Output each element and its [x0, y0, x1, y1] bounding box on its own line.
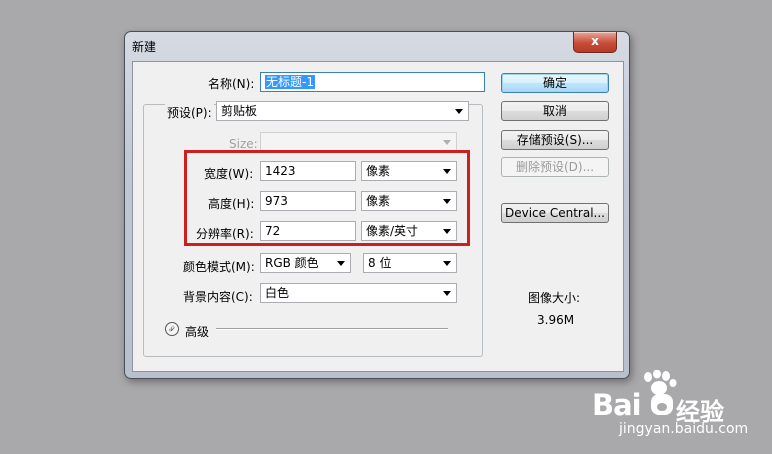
watermark-paw-icon — [650, 390, 674, 416]
width-unit-value: 像素 — [366, 164, 391, 178]
chevron-down-icon — [455, 109, 463, 114]
size-label: Size: — [229, 137, 258, 151]
delete-preset-button[interactable]: 删除预设(D)... — [501, 157, 609, 177]
watermark-url: jingyan.baidu.com — [619, 421, 749, 437]
preset-select[interactable]: 剪贴板 — [216, 101, 469, 121]
color-mode-label: 颜色模式(M): — [183, 260, 255, 274]
height-input-value: 973 — [265, 194, 288, 208]
close-button[interactable]: x — [573, 32, 617, 53]
width-input-value: 1423 — [265, 164, 296, 178]
resolution-input[interactable]: 72 — [260, 221, 356, 241]
ok-button[interactable]: 确定 — [501, 73, 609, 93]
resolution-input-value: 72 — [265, 224, 281, 238]
color-mode-select[interactable]: RGB 颜色 — [260, 253, 351, 273]
advanced-label[interactable]: 高级 — [185, 323, 209, 340]
name-input[interactable]: 无标题-1 — [260, 72, 485, 92]
preset-label: 预设(P): — [165, 104, 214, 121]
dialog-title: 新建 — [132, 40, 157, 54]
chevron-down-icon — [337, 261, 345, 266]
height-unit-select[interactable]: 像素 — [361, 191, 457, 211]
width-unit-select[interactable]: 像素 — [361, 161, 457, 181]
device-central-button[interactable]: Device Central... — [501, 203, 609, 223]
image-size-value: 3.96M — [537, 313, 575, 327]
chevron-down-icon — [443, 140, 451, 145]
chevron-down-icon — [443, 169, 451, 174]
background-label: 背景内容(C): — [183, 290, 253, 304]
chevron-down-icon — [443, 261, 451, 266]
height-input[interactable]: 973 — [260, 191, 356, 211]
watermark-brand: Bai — [592, 388, 642, 422]
name-label: 名称(N): — [208, 77, 255, 91]
height-label: 高度(H): — [208, 197, 255, 211]
width-label: 宽度(W): — [204, 167, 254, 181]
height-unit-value: 像素 — [366, 194, 391, 208]
name-input-value: 无标题-1 — [265, 75, 315, 89]
bit-depth-value: 8 位 — [368, 256, 392, 270]
advanced-expand-icon[interactable]: ⮵ — [165, 322, 179, 336]
chevron-down-icon — [443, 229, 451, 234]
bit-depth-select[interactable]: 8 位 — [363, 253, 457, 273]
color-mode-value: RGB 颜色 — [265, 256, 319, 270]
resolution-unit-value: 像素/英寸 — [366, 224, 419, 238]
size-select[interactable] — [260, 132, 457, 152]
cancel-button[interactable]: 取消 — [501, 101, 609, 121]
chevron-down-icon — [443, 291, 451, 296]
background-select[interactable]: 白色 — [260, 283, 457, 303]
resolution-unit-select[interactable]: 像素/英寸 — [361, 221, 457, 241]
chevron-down-icon — [443, 199, 451, 204]
advanced-divider — [216, 328, 448, 330]
save-preset-button[interactable]: 存储预设(S)... — [501, 130, 609, 150]
close-icon: x — [591, 34, 599, 48]
background-value: 白色 — [265, 286, 290, 300]
image-size-label: 图像大小: — [528, 291, 581, 305]
resolution-label: 分辨率(R): — [196, 227, 254, 241]
preset-select-value: 剪贴板 — [221, 104, 258, 118]
width-input[interactable]: 1423 — [260, 161, 356, 181]
